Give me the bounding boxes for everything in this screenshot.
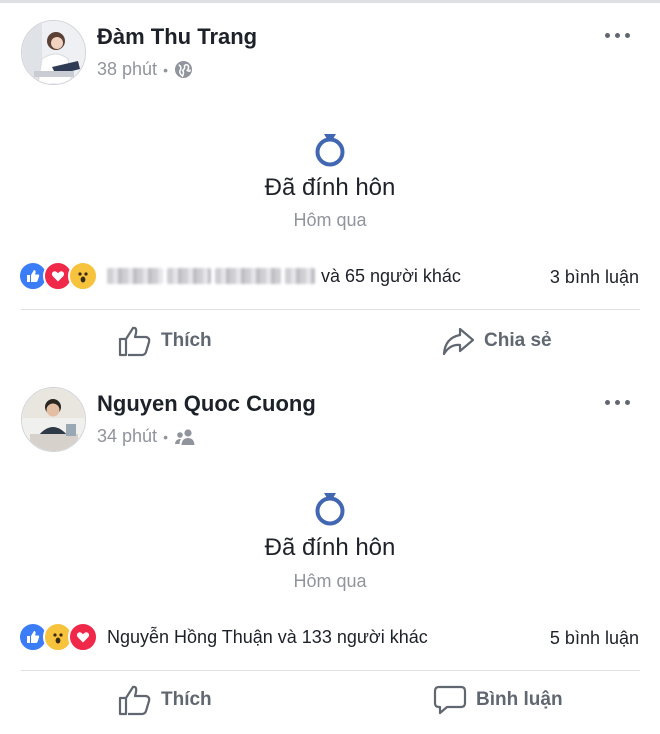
post-card: Đàm Thu Trang 38 phút • Đã đính hôn Hôm …: [0, 3, 660, 370]
comments-count[interactable]: 5 bình luận: [550, 628, 639, 649]
globe-icon: [174, 60, 193, 79]
reaction-text: và 65 người khác: [321, 265, 461, 286]
love-icon: [68, 622, 98, 652]
divider: [21, 309, 640, 310]
comment-bubble-icon: [433, 684, 476, 716]
comment-label: Bình luận: [476, 689, 563, 710]
meta-separator: •: [163, 428, 168, 445]
event-title: Đã đính hôn: [264, 174, 396, 201]
thumbs-up-icon: [118, 325, 161, 357]
wow-icon: [68, 261, 98, 291]
share-icon: [441, 325, 484, 357]
divider: [21, 670, 640, 671]
share-button[interactable]: Chia sẻ: [441, 325, 552, 357]
avatar[interactable]: [21, 20, 86, 85]
share-label: Chia sẻ: [484, 330, 552, 351]
meta-separator: •: [163, 61, 168, 78]
like-label: Thích: [161, 689, 212, 710]
reactions-summary[interactable]: và 65 người khác: [18, 261, 461, 291]
reaction-text: Nguyễn Hồng Thuận và 133 người khác: [107, 626, 428, 647]
event-date: Hôm qua: [293, 210, 367, 230]
friends-icon: [174, 428, 196, 446]
author-name[interactable]: Đàm Thu Trang: [97, 24, 257, 50]
post-card: Nguyen Quoc Cuong 34 phút • Đã đính hôn …: [0, 370, 660, 734]
event-date: Hôm qua: [293, 571, 367, 591]
post-meta: 38 phút •: [97, 59, 193, 80]
more-options-button[interactable]: [605, 400, 630, 405]
post-time[interactable]: 38 phút: [97, 59, 157, 80]
reactions-summary[interactable]: Nguyễn Hồng Thuận và 133 người khác: [18, 622, 428, 652]
comments-count[interactable]: 3 bình luận: [550, 267, 639, 288]
comment-button[interactable]: Bình luận: [433, 684, 563, 716]
post-meta: 34 phút •: [97, 426, 196, 447]
like-button[interactable]: Thích: [118, 684, 212, 716]
author-name[interactable]: Nguyen Quoc Cuong: [97, 391, 316, 417]
ring-icon: [312, 130, 348, 168]
thumbs-up-icon: [118, 684, 161, 716]
event-title: Đã đính hôn: [264, 534, 396, 561]
post-time[interactable]: 34 phút: [97, 426, 157, 447]
ring-icon: [312, 489, 348, 527]
avatar[interactable]: [21, 387, 86, 452]
blurred-names: [107, 268, 315, 284]
like-button[interactable]: Thích: [118, 325, 212, 357]
like-label: Thích: [161, 330, 212, 351]
more-options-button[interactable]: [605, 33, 630, 38]
